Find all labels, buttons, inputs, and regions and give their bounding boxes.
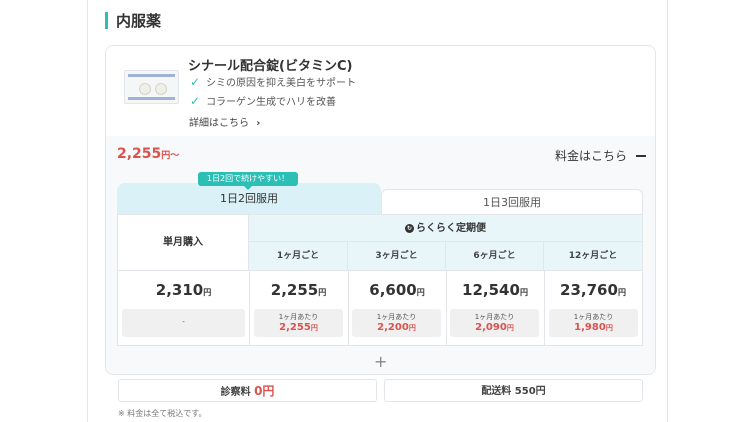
collapse-icon [636, 154, 647, 157]
consultation-fee: 診察料 0円 [118, 379, 377, 402]
price-toggle-label: 料金はこちら [555, 149, 628, 163]
shipping-fee: 配送料 550円 [384, 379, 643, 402]
product-image [124, 70, 179, 104]
feature-text: コラーゲン生成でハリを改善 [206, 97, 337, 108]
plan-price-3m: 6,600円 [369, 281, 425, 299]
plan-header-6m: 6ヶ月ごと [446, 242, 544, 271]
feature-text: シミの原因を抑え美白をサポート [206, 78, 357, 89]
recommend-badge: 1日2回で続けやすい！ [198, 172, 298, 190]
single-price: 2,310円 [155, 281, 212, 299]
plan-header-1m: 1ヶ月ごと [249, 242, 348, 271]
single-monthly-box: - [122, 309, 245, 337]
starting-price-value: 2,255 [117, 146, 162, 162]
check-icon: ✓ [190, 93, 201, 108]
price-toggle[interactable]: 料金はこちら [555, 147, 647, 164]
starting-price: 2,255円〜 [117, 146, 179, 162]
plan-monthly-6m: 1ヶ月あたり 2,090円 [450, 309, 539, 337]
plan-monthly-3m: 1ヶ月あたり 2,200円 [352, 309, 441, 337]
plan-header-12m: 12ヶ月ごと [544, 242, 642, 271]
plan-price-6m: 12,540円 [462, 281, 528, 299]
section-title: 内服薬 [116, 12, 162, 30]
feature-item: ✓ コラーゲン生成でハリを改善 [190, 93, 337, 109]
tab-three-times-daily[interactable]: 1日3回服用 [381, 189, 643, 214]
product-name: シナール配合錠(ビタミンC) [188, 59, 353, 74]
tax-note: ※ 料金は全て税込です。 [118, 409, 207, 418]
subscription-header: ↻ らくらく定期便 [249, 215, 642, 242]
section-header: 内服薬 [105, 10, 161, 31]
detail-link[interactable]: 詳細はこちら › [189, 114, 260, 129]
consultation-fee-label: 診察料 [220, 387, 251, 398]
starting-price-unit: 円〜 [161, 151, 180, 161]
plan-monthly-12m: 1ヶ月あたり 1,980円 [549, 309, 638, 337]
check-icon: ✓ [190, 74, 201, 89]
consultation-fee-value: 0円 [254, 384, 275, 398]
refresh-icon: ↻ [405, 223, 414, 233]
plan-header-3m: 3ヶ月ごと [348, 242, 446, 271]
plan-monthly-1m: 1ヶ月あたり 2,255円 [254, 309, 343, 337]
feature-item: ✓ シミの原因を抑え美白をサポート [190, 74, 357, 90]
chevron-right-icon: › [256, 118, 261, 129]
plus-icon: + [374, 352, 388, 371]
single-monthly-empty: - [182, 318, 185, 326]
detail-link-label: 詳細はこちら [189, 118, 249, 129]
section-accent-bar [105, 12, 108, 29]
plan-price-12m: 23,760円 [560, 281, 626, 299]
subscription-label: らくらく定期便 [416, 223, 486, 234]
plan-price-1m: 2,255円 [270, 281, 327, 299]
single-purchase-header: 単月購入 [118, 215, 249, 271]
